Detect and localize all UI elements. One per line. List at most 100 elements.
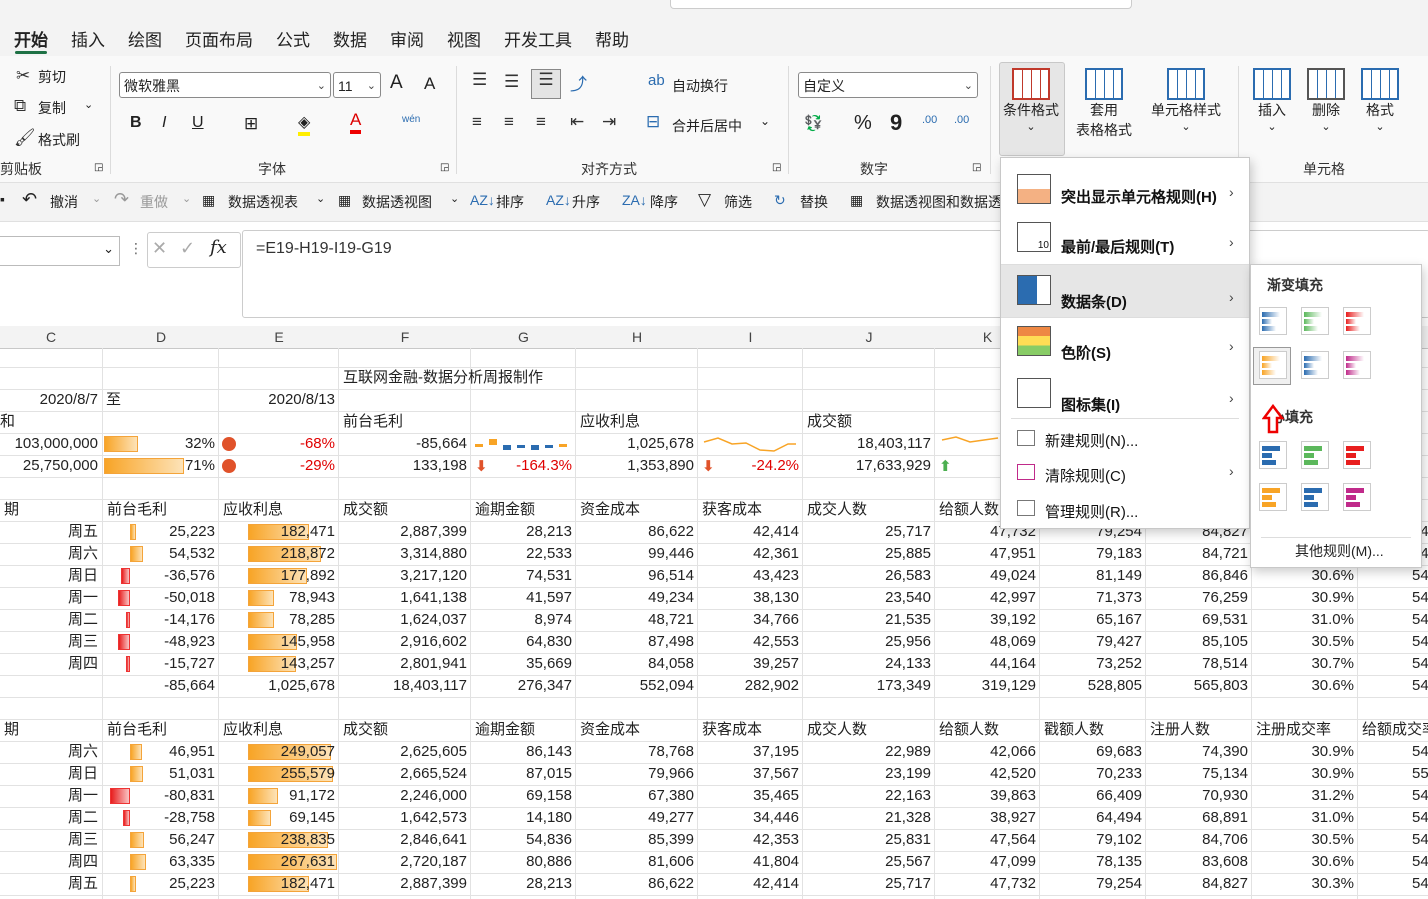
table-cell[interactable]: 70,930: [1146, 785, 1248, 807]
chevron-down-icon[interactable]: ⌄: [316, 192, 325, 205]
align-bottom-icon[interactable]: ☰: [531, 69, 561, 99]
table-cell[interactable]: 28,213: [471, 521, 572, 543]
table-cell[interactable]: -50,018: [103, 587, 215, 609]
table-cell[interactable]: 99,446: [576, 543, 694, 565]
table-cell[interactable]: 23,199: [803, 763, 931, 785]
table-cell[interactable]: 54: [1412, 565, 1428, 587]
cancel-icon[interactable]: ✕: [152, 238, 167, 259]
chevron-down-icon[interactable]: ⌄: [182, 192, 191, 205]
table-cell[interactable]: 2,665,524: [339, 763, 467, 785]
table-cell[interactable]: 54: [1412, 851, 1428, 873]
table-cell[interactable]: 42,361: [698, 543, 799, 565]
total-cell[interactable]: 565,803: [1146, 675, 1248, 697]
currency-icon[interactable]: 💱: [804, 114, 823, 132]
column-header-c[interactable]: C: [0, 329, 102, 345]
sort-button[interactable]: 排序: [496, 192, 524, 212]
table-cell[interactable]: 34,766: [698, 609, 799, 631]
tab-view[interactable]: 视图: [447, 26, 481, 51]
redo-button[interactable]: 重做: [140, 192, 168, 212]
menu-item-data-bars[interactable]: 数据条(D) ›: [1001, 264, 1249, 318]
solid-swatch[interactable]: [1301, 483, 1329, 511]
table-cell[interactable]: 25,223: [103, 873, 215, 895]
table-cell[interactable]: 42,414: [698, 521, 799, 543]
cell-value[interactable]: 32%: [103, 433, 215, 455]
table-cell[interactable]: 54: [1412, 587, 1428, 609]
table-cell[interactable]: 48,069: [935, 631, 1036, 653]
table-cell[interactable]: 86,622: [576, 521, 694, 543]
total-cell[interactable]: -85,664: [103, 675, 215, 697]
comma-button[interactable]: 9: [890, 110, 902, 136]
cell-label[interactable]: 和: [0, 411, 15, 433]
table-cell[interactable]: 66,409: [1040, 785, 1142, 807]
gradient-swatch[interactable]: [1301, 351, 1329, 379]
column-header-cell[interactable]: 获客成本: [702, 499, 762, 521]
table-cell[interactable]: 85,399: [576, 829, 694, 851]
font-size-combo[interactable]: 11 ⌄: [333, 72, 381, 98]
table-cell[interactable]: -28,758: [103, 807, 215, 829]
table-cell[interactable]: 47,099: [935, 851, 1036, 873]
replace-button[interactable]: 替换: [800, 192, 828, 212]
table-cell[interactable]: 86,143: [471, 741, 572, 763]
table-cell[interactable]: 54: [1412, 631, 1428, 653]
column-header-j[interactable]: J: [803, 329, 935, 345]
table-cell[interactable]: 31.0%: [1252, 609, 1354, 631]
table-cell[interactable]: 84,706: [1146, 829, 1248, 851]
table-cell[interactable]: 85,105: [1146, 631, 1248, 653]
table-cell[interactable]: 3,217,120: [339, 565, 467, 587]
table-cell[interactable]: 42,520: [935, 763, 1036, 785]
table-cell[interactable]: 30.9%: [1252, 763, 1354, 785]
column-header-cell[interactable]: 给额成交率: [1362, 719, 1428, 741]
decrease-indent-icon[interactable]: ⇤: [570, 112, 584, 132]
cell-label[interactable]: 应收利息: [580, 411, 640, 433]
tab-help[interactable]: 帮助: [595, 26, 629, 51]
delete-cells-button[interactable]: 删除 ⌄: [1302, 68, 1350, 133]
column-header-cell[interactable]: 成交人数: [807, 719, 867, 741]
fill-color-icon[interactable]: ◈: [298, 112, 311, 136]
table-cell[interactable]: 79,966: [576, 763, 694, 785]
menu-item-top-bottom-rules[interactable]: 10 最前/最后规则(T) ›: [1001, 216, 1249, 262]
menu-item-color-scales[interactable]: 色阶(S) ›: [1001, 318, 1249, 368]
column-header-g[interactable]: G: [471, 329, 576, 345]
table-cell[interactable]: 47,951: [935, 543, 1036, 565]
sort-asc-button[interactable]: 升序: [572, 192, 600, 212]
column-header-cell[interactable]: 前台毛利: [107, 719, 167, 741]
date-to-label[interactable]: 至: [106, 389, 121, 411]
increase-decimal-button[interactable]: .00: [922, 114, 937, 126]
pivot-chart-button[interactable]: 数据透视图: [362, 192, 432, 212]
table-cell[interactable]: 24,133: [803, 653, 931, 675]
table-cell[interactable]: 41,804: [698, 851, 799, 873]
table-cell[interactable]: 37,195: [698, 741, 799, 763]
table-cell[interactable]: 47,732: [935, 873, 1036, 895]
table-cell[interactable]: 周四: [0, 851, 98, 873]
table-cell[interactable]: 1,641,138: [339, 587, 467, 609]
table-cell[interactable]: 周三: [0, 829, 98, 851]
table-cell[interactable]: 44,164: [935, 653, 1036, 675]
table-cell[interactable]: 25,223: [103, 521, 215, 543]
menu-item-clear-rules[interactable]: 清除规则(C) ›: [1001, 460, 1249, 492]
cell-value[interactable]: 103,000,000: [0, 433, 98, 455]
table-cell[interactable]: 71,373: [1040, 587, 1142, 609]
table-cell[interactable]: 84,721: [1146, 543, 1248, 565]
pivot-both-button[interactable]: 数据透视图和数据透: [876, 192, 1002, 212]
column-header-cell[interactable]: 获客成本: [702, 719, 762, 741]
table-cell[interactable]: 2,801,941: [339, 653, 467, 675]
table-cell[interactable]: 2,720,187: [339, 851, 467, 873]
align-right-icon[interactable]: ≡: [536, 112, 546, 132]
tab-data[interactable]: 数据: [333, 26, 367, 51]
gradient-swatch[interactable]: [1259, 307, 1287, 335]
total-cell[interactable]: 173,349: [803, 675, 931, 697]
table-cell[interactable]: 35,669: [471, 653, 572, 675]
format-cells-button[interactable]: 格式 ⌄: [1356, 68, 1404, 133]
table-cell[interactable]: 79,102: [1040, 829, 1142, 851]
table-cell[interactable]: 周五: [0, 521, 98, 543]
table-cell[interactable]: 周二: [0, 807, 98, 829]
table-cell[interactable]: 65,167: [1040, 609, 1142, 631]
alignment-launcher-icon[interactable]: ◲: [772, 162, 781, 173]
filter-button[interactable]: 筛选: [724, 192, 752, 212]
table-cell[interactable]: 30.3%: [1252, 873, 1354, 895]
table-cell[interactable]: 84,827: [1146, 873, 1248, 895]
number-format-combo[interactable]: 自定义 ⌄: [798, 72, 978, 98]
cell-label[interactable]: 成交额: [807, 411, 852, 433]
tab-home[interactable]: 开始: [14, 26, 48, 51]
column-header-cell[interactable]: 给额人数: [939, 499, 999, 521]
